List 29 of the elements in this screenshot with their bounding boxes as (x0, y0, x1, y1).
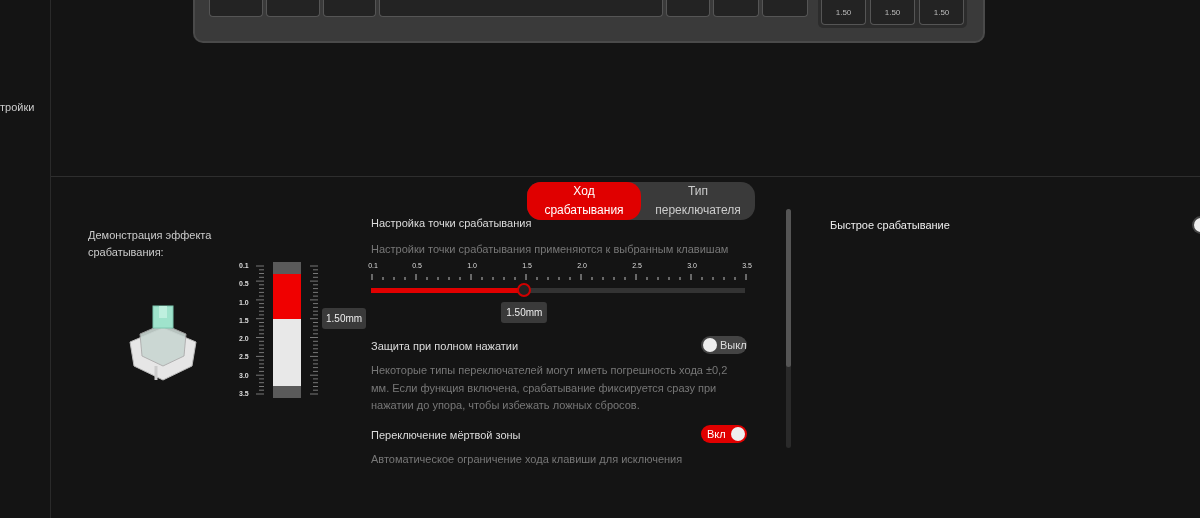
key-cap[interactable]: 1.50 (919, 0, 964, 25)
setting-title: Быстрое срабатывание (830, 219, 950, 231)
key-cap[interactable] (762, 0, 808, 17)
setting-title: Защита при полном нажатии (371, 340, 519, 352)
section-title: Настройка точки срабатывания (371, 217, 533, 229)
section-description: Настройки точки срабатывания применяются к выбранным клавишам (371, 242, 730, 257)
bar-cap (273, 386, 301, 398)
slider-thumb[interactable] (517, 283, 532, 297)
setting-description: Автоматическое ограничение хода клавиши для исключения (371, 451, 684, 467)
key-cap[interactable] (323, 0, 376, 17)
value-tooltip: 1.50mm (322, 308, 367, 330)
value-tooltip: 1.50mm (501, 302, 548, 323)
tab[interactable]: Ход срабатывания (527, 182, 641, 220)
demo-title: Демонстрация эффекта срабатывания: (88, 228, 213, 260)
bar-cap (273, 262, 301, 274)
key-cap[interactable] (379, 0, 663, 17)
sidebar-item[interactable]: тройки (0, 101, 50, 113)
key-cap[interactable]: 1.50 (821, 0, 866, 25)
key-cap[interactable]: 1.50 (870, 0, 915, 25)
tab[interactable]: Тип переключателя (641, 182, 755, 220)
scrollbar[interactable] (786, 209, 791, 448)
key-cap[interactable] (666, 0, 710, 17)
key-cap[interactable] (713, 0, 759, 17)
key-cap[interactable] (266, 0, 320, 17)
toggle-switch[interactable]: Вкл (701, 424, 747, 443)
toggle-switch[interactable]: Выкл (701, 336, 747, 354)
key-cap[interactable] (209, 0, 263, 17)
setting-description: Некоторые типы переключателей могут иметь погрешность хода ±0,2 мм. Если функция включена, срабатывание фиксируется сразу при нажатии до упора, чтобы избежать ложных сбросов. (371, 363, 729, 413)
setting-title: Переключение мёртвой зоны (371, 428, 521, 441)
